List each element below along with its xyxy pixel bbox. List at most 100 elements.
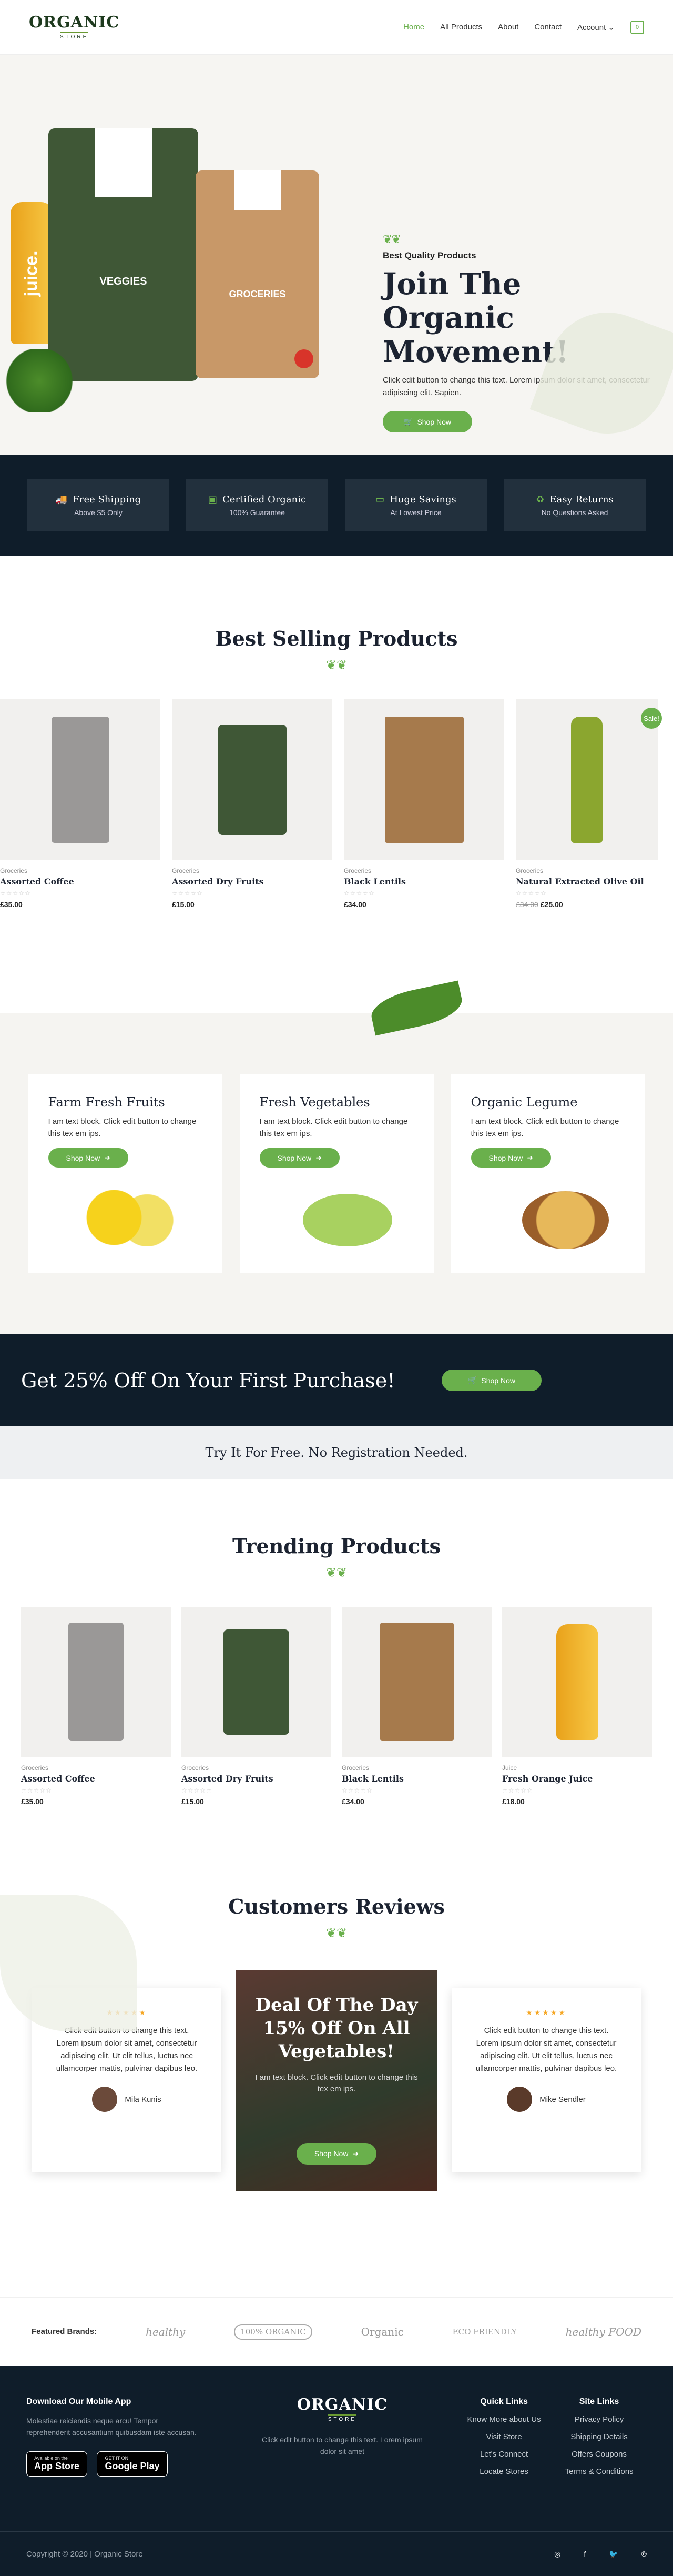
twitter-icon[interactable]: 🐦	[609, 2550, 618, 2559]
product-card[interactable]: Juice Fresh Orange Juice ☆☆☆☆☆ £18.00	[502, 1607, 652, 1806]
category-section: Farm Fresh Fruits I am text block. Click…	[0, 980, 673, 1334]
nav-contact[interactable]: Contact	[534, 23, 562, 32]
footer-link[interactable]: Offers Coupons	[552, 2450, 647, 2459]
cart-icon[interactable]: 0	[630, 20, 644, 34]
product-name[interactable]: Assorted Coffee	[0, 877, 160, 887]
feature-title: Free Shipping	[73, 494, 141, 505]
product-image[interactable]: Sale!	[516, 699, 662, 860]
button-label: Shop Now	[277, 1153, 312, 1162]
nav-account[interactable]: Account ⌄	[577, 23, 615, 32]
rating-stars: ☆☆☆☆☆	[502, 1787, 533, 1794]
product-card[interactable]: Groceries Black Lentils ☆☆☆☆☆ £34.00	[344, 699, 504, 909]
dry-fruits-bag-shape	[223, 1629, 289, 1735]
product-image[interactable]	[181, 1607, 331, 1757]
category-shop-now-button[interactable]: Shop Now ➜	[48, 1148, 128, 1168]
leaf-divider-icon: ❦❦	[325, 1926, 348, 1940]
reviewer-name: Mila Kunis	[125, 2095, 161, 2104]
category-shop-now-button[interactable]: Shop Now ➜	[259, 1148, 340, 1168]
footer-link[interactable]: Know More about Us	[456, 2415, 552, 2424]
product-image[interactable]	[0, 699, 160, 860]
footer-link[interactable]: Locate Stores	[456, 2467, 552, 2476]
product-image[interactable]	[502, 1607, 652, 1757]
feature-title: Certified Organic	[222, 494, 306, 505]
promo-shop-now-button[interactable]: 🛒 Shop Now	[441, 1370, 542, 1391]
rating-stars: ☆☆☆☆☆	[516, 890, 547, 897]
brand-logo: ECO FRIENDLY	[452, 2327, 517, 2337]
product-card[interactable]: Sale! Groceries Natural Extracted Olive …	[516, 699, 662, 909]
product-category: Groceries	[0, 867, 28, 874]
product-card[interactable]: Groceries Assorted Coffee ☆☆☆☆☆ £35.00	[21, 1607, 171, 1806]
footer-link[interactable]: Shipping Details	[552, 2432, 647, 2441]
footer-heading: Quick Links	[480, 2397, 528, 2406]
deal-shop-now-button[interactable]: Shop Now ➜	[296, 2142, 377, 2165]
product-name[interactable]: Black Lentils	[342, 1774, 492, 1784]
facebook-icon[interactable]: f	[584, 2550, 586, 2559]
product-image[interactable]	[172, 699, 332, 860]
product-price: £35.00	[21, 1797, 44, 1806]
veggies-bag-image: VEGGIES	[48, 128, 198, 381]
instagram-icon[interactable]: ◎	[554, 2550, 560, 2559]
social-links: ◎ f 🐦 ℗	[554, 2550, 647, 2559]
trending-section: Trending Products ❦❦ Groceries Assorted …	[0, 1479, 673, 1879]
rating-stars: ☆☆☆☆☆	[181, 1787, 212, 1794]
product-name[interactable]: Assorted Coffee	[21, 1774, 171, 1784]
reviewer: Mike Sendler	[473, 2087, 620, 2112]
logo[interactable]: ORGANIC STORE	[29, 14, 119, 40]
footer-link[interactable]: Terms & Conditions	[552, 2467, 647, 2476]
product-image[interactable]	[21, 1607, 171, 1757]
product-name[interactable]: Assorted Dry Fruits	[181, 1774, 331, 1784]
category-card-vegetables: Fresh Vegetables I am text block. Click …	[239, 1074, 434, 1273]
pinterest-icon[interactable]: ℗	[641, 2550, 647, 2559]
product-price: £18.00	[502, 1797, 525, 1806]
product-card[interactable]: Groceries Assorted Dry Fruits ☆☆☆☆☆ £15.…	[181, 1607, 331, 1806]
nav-all-products[interactable]: All Products	[440, 23, 482, 32]
product-card[interactable]: Groceries Black Lentils ☆☆☆☆☆ £34.00	[342, 1607, 492, 1806]
rating-stars: ★★★★★	[526, 2008, 567, 2017]
sale-badge: Sale!	[641, 708, 662, 729]
footer-link[interactable]: Privacy Policy	[552, 2415, 647, 2424]
site-header: ORGANIC STORE Home All Products About Co…	[0, 0, 673, 55]
nav-account-label: Account	[577, 23, 606, 32]
product-name[interactable]: Fresh Orange Juice	[502, 1774, 652, 1784]
category-shop-now-button[interactable]: Shop Now ➜	[471, 1148, 551, 1168]
product-name[interactable]: Natural Extracted Olive Oil	[516, 877, 658, 887]
nav-about[interactable]: About	[498, 23, 518, 32]
lettuce-image	[302, 1194, 392, 1246]
featured-brands: Featured Brands: healthy 100% ORGANIC Or…	[0, 2297, 673, 2366]
logo-subtext: STORE	[328, 2414, 357, 2422]
nav-home[interactable]: Home	[403, 23, 424, 32]
footer-link[interactable]: Let's Connect	[456, 2450, 552, 2459]
feature-subtitle: At Lowest Price	[390, 508, 442, 517]
product-category: Groceries	[342, 1764, 370, 1772]
sale-price: £25.00	[540, 900, 563, 909]
product-name[interactable]: Black Lentils	[344, 877, 504, 887]
footer-app-text: Molestiae reiciendis neque arcu! Tempor …	[26, 2417, 197, 2437]
product-image[interactable]	[342, 1607, 492, 1757]
features-band: 🚚 Free Shipping Above $5 Only ▣ Certified …	[0, 455, 673, 556]
deal-text: I am text block. Click edit button to ch…	[255, 2072, 418, 2094]
product-name[interactable]: Assorted Dry Fruits	[172, 877, 332, 887]
app-store-button[interactable]: Available on the App Store	[26, 2451, 88, 2477]
button-label: Shop Now	[481, 1376, 515, 1385]
google-play-button[interactable]: GET IT ON Google Play	[97, 2451, 168, 2477]
deal-title: Deal Of The Day 15% Off On All Vegetable…	[255, 1995, 418, 2062]
section-title: Customers Reviews	[228, 1895, 445, 1918]
product-category: Groceries	[181, 1764, 209, 1772]
product-price: £34.00 £25.00	[516, 900, 658, 909]
orange-juice-bottle-shape	[556, 1624, 598, 1740]
product-card[interactable]: Groceries Assorted Coffee ☆☆☆☆☆ £35.00	[0, 699, 160, 909]
hero-shop-now-button[interactable]: 🛒 Shop Now	[383, 411, 473, 433]
rating-stars: ☆☆☆☆☆	[172, 890, 203, 897]
dry-fruits-bag-shape	[218, 724, 287, 835]
product-card[interactable]: Groceries Assorted Dry Fruits ☆☆☆☆☆ £15.…	[172, 699, 332, 909]
footer-link[interactable]: Visit Store	[456, 2432, 552, 2441]
hero-section: juice. VEGGIES GROCERIES ❦❦ Best Quality…	[0, 55, 673, 455]
rating-stars: ☆☆☆☆☆	[344, 890, 375, 897]
footer-logo[interactable]: ORGANIC STORE	[260, 2397, 425, 2423]
site-footer: Download Our Mobile App Molestiae reicie…	[0, 2366, 673, 2576]
lentils-bag-shape	[384, 716, 464, 843]
old-price: £34.00	[516, 900, 538, 909]
product-image[interactable]	[344, 699, 504, 860]
category-text: I am text block. Click edit button to ch…	[471, 1117, 619, 1138]
lemons-image	[80, 1189, 176, 1246]
